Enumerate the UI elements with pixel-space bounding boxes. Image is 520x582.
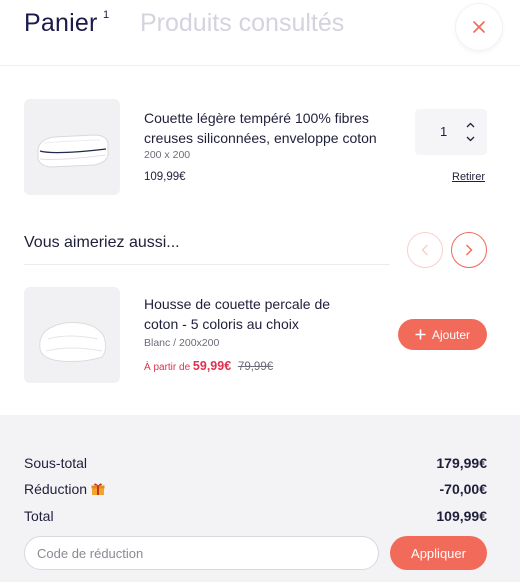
carousel-next-button[interactable]	[451, 232, 487, 268]
chevron-left-icon	[421, 244, 428, 256]
price-prefix: À partir de	[144, 362, 191, 373]
item-title[interactable]: Couette légère tempéré 100% fibres creus…	[144, 108, 394, 148]
apply-code-button[interactable]: Appliquer	[390, 536, 487, 570]
cart-count-badge: 1	[103, 9, 110, 21]
quantity-decrease-button[interactable]	[463, 133, 477, 145]
item-price: À partir de 59,99€ 79,99€	[144, 359, 273, 373]
quantity-value: 1	[440, 124, 448, 139]
total-row: Total 109,99€	[24, 508, 487, 524]
subtotal-value: 179,99€	[436, 455, 487, 471]
close-button[interactable]	[456, 4, 502, 50]
chevron-up-icon	[466, 122, 474, 128]
recommended-item: Housse de couette percale de coton - 5 c…	[24, 287, 496, 383]
total-label: Total	[24, 508, 54, 524]
discount-value: -70,00€	[439, 481, 487, 497]
item-price: 109,99€	[144, 171, 186, 183]
chevron-down-icon	[466, 136, 474, 142]
total-value: 109,99€	[436, 508, 487, 524]
plus-icon	[415, 329, 426, 340]
close-icon	[473, 21, 485, 33]
cart-item: Couette légère tempéré 100% fibres creus…	[24, 99, 496, 199]
item-variant: 200 x 200	[144, 149, 191, 161]
quantity-increase-button[interactable]	[463, 119, 477, 131]
recommendations-title: Vous aimeriez aussi...	[24, 234, 180, 251]
quantity-stepper[interactable]: 1	[415, 109, 487, 155]
sale-price: 59,99€	[192, 359, 232, 373]
subtotal-label: Sous-total	[24, 455, 88, 471]
add-button-label: Ajouter	[431, 327, 471, 342]
product-image[interactable]	[24, 287, 120, 383]
cart-header: Panier 1 Produits consultés	[0, 0, 520, 66]
chevron-right-icon	[466, 244, 473, 256]
duvet-cover-image	[39, 322, 107, 362]
discount-code-input[interactable]	[24, 536, 379, 570]
tab-viewed-products[interactable]: Produits consultés	[140, 9, 344, 38]
remove-link[interactable]: Retirer	[452, 171, 485, 183]
duvet-image	[37, 134, 109, 168]
item-title[interactable]: Housse de couette percale de coton - 5 c…	[144, 294, 359, 334]
subtotal-row: Sous-total 179,99€	[24, 455, 487, 471]
discount-row: Réduction -70,00€	[24, 481, 487, 499]
divider	[24, 264, 390, 265]
add-to-cart-button[interactable]: Ajouter	[398, 319, 487, 350]
gift-icon	[91, 482, 105, 499]
item-variant: Blanc / 200x200	[144, 337, 220, 349]
tab-cart[interactable]: Panier	[24, 9, 97, 38]
product-image[interactable]	[24, 99, 120, 195]
carousel-prev-button[interactable]	[407, 232, 443, 268]
old-price: 79,99€	[237, 361, 274, 373]
discount-label: Réduction	[24, 481, 88, 497]
cart-summary: Sous-total 179,99€ Réduction -70,00€ Tot…	[0, 415, 520, 582]
